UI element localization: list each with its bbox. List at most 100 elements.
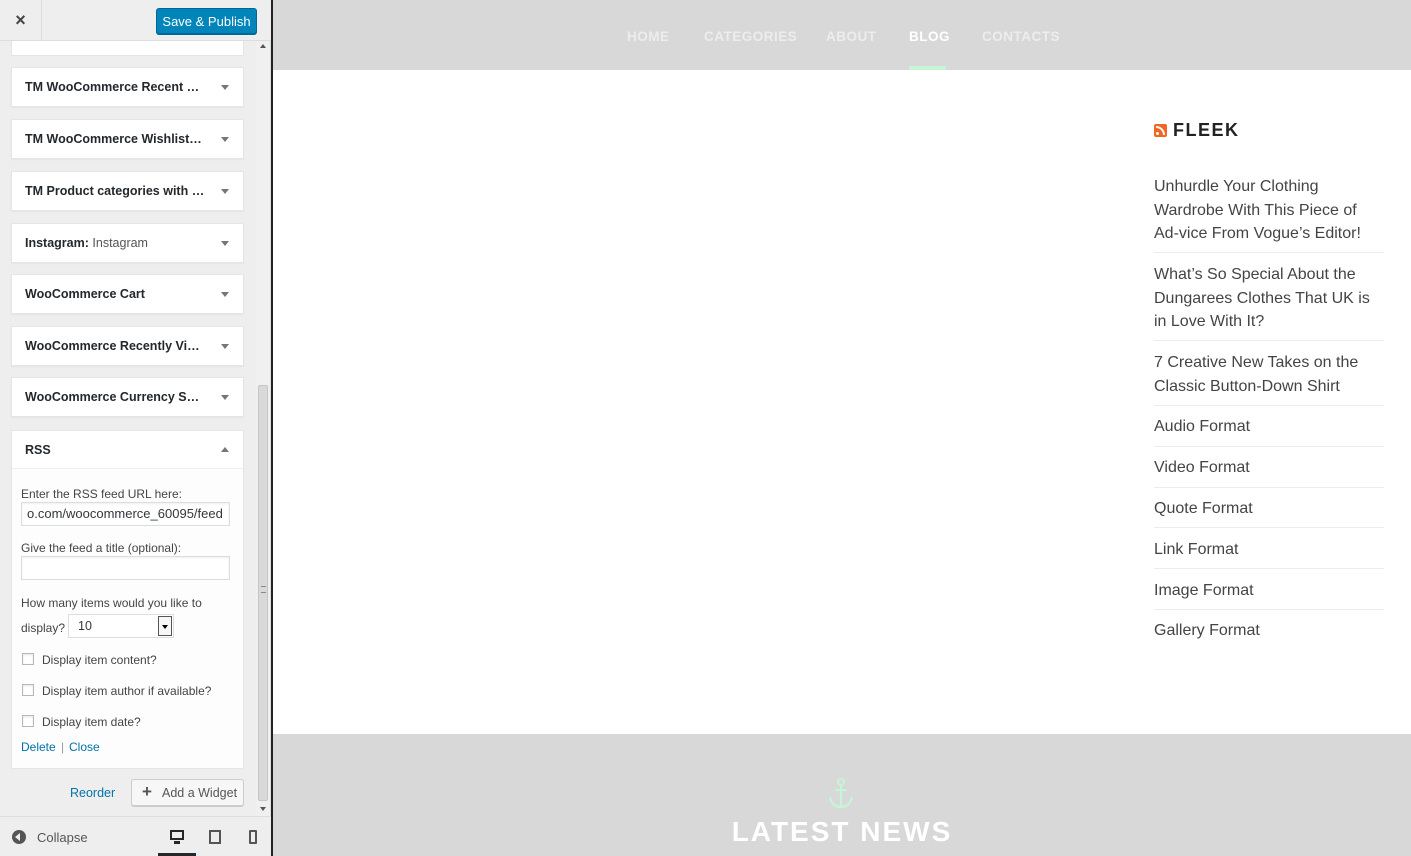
site-navigation: HOME CATEGORIES ABOUT BLOG CONTACTS [273,0,1411,70]
expand-arrow-icon[interactable] [221,292,229,297]
divider [1154,252,1384,253]
rss-item[interactable]: Gallery Format [1154,619,1384,643]
divider [1154,527,1384,528]
customizer-header: × Save & Publish [0,0,271,41]
rss-item[interactable]: What’s So Special About the Dungarees Cl… [1154,263,1384,334]
widget-title: TM WooCommerce Wishlist: … [25,132,205,146]
mobile-icon [249,830,257,844]
collapse-arrow-icon[interactable] [221,447,229,452]
widget-woocommerce-cart[interactable]: WooCommerce Cart [11,274,244,314]
widgets-panel: TM WooCommerce Recent C… TM WooCommerce … [0,41,271,816]
anchor-icon [828,778,854,809]
feed-url-label: Enter the RSS feed URL here: [21,487,182,501]
nav-categories[interactable]: CATEGORIES [704,29,797,44]
widget-partial-top [11,41,244,56]
widget-title: TM WooCommerce Recent C… [25,80,205,94]
rss-item[interactable]: Video Format [1154,456,1384,480]
display-content-label[interactable]: Display item content? [42,653,157,667]
plus-icon: + [142,782,152,801]
nav-active-indicator [909,66,946,70]
widget-title: Instagram: Instagram [25,236,205,250]
rss-item[interactable]: Quote Format [1154,497,1384,521]
rss-widget-title[interactable]: FLEEK [1173,120,1240,141]
display-content-checkbox[interactable] [22,653,34,665]
grip-icon [261,586,266,593]
widget-tm-product-categories[interactable]: TM Product categories with t… [11,171,244,211]
rss-icon[interactable] [1154,124,1167,137]
scroll-up-icon[interactable] [260,44,266,48]
widget-title-main: Instagram: [25,236,89,250]
items-count-label-2: display? [21,621,66,635]
expand-arrow-icon[interactable] [221,137,229,142]
chevron-down-icon[interactable] [158,616,172,636]
rss-item[interactable]: Unhurdle Your Clothing Wardrobe With Thi… [1154,175,1384,246]
scrollbar-thumb[interactable] [258,385,268,801]
close-widget-link[interactable]: Close [69,740,100,754]
widget-rss-form: Enter the RSS feed URL here: o.com/wooco… [12,470,243,768]
items-count-value: 10 [78,619,92,633]
expand-arrow-icon[interactable] [221,85,229,90]
reorder-link[interactable]: Reorder [70,786,115,800]
widget-woocommerce-recently-viewed[interactable]: WooCommerce Recently Vie… [11,326,244,366]
divider [1154,405,1384,406]
items-count-select[interactable]: 10 [68,614,174,638]
add-widget-button[interactable]: + Add a Widget [131,779,244,806]
customizer-footer: Collapse [0,816,271,856]
rss-item[interactable]: 7 Creative New Takes on the Classic Butt… [1154,351,1384,398]
expand-arrow-icon[interactable] [221,241,229,246]
desktop-icon [170,830,184,844]
widget-title: WooCommerce Cart [25,287,145,301]
rss-item[interactable]: Link Format [1154,538,1384,562]
scroll-down-icon[interactable] [260,807,266,811]
feed-url-input[interactable]: o.com/woocommerce_60095/feed [21,502,230,526]
widget-title: WooCommerce Recently Vie… [25,339,205,353]
preview-tablet-button[interactable] [196,817,234,856]
widget-title: RSS [25,443,51,457]
collapse-icon[interactable] [12,830,26,844]
nav-about[interactable]: ABOUT [826,29,877,44]
widget-title: WooCommerce Currency Swi… [25,390,205,404]
save-publish-button[interactable]: Save & Publish [156,8,257,34]
nav-contacts[interactable]: CONTACTS [982,29,1060,44]
divider [1154,340,1384,341]
widget-tm-recent[interactable]: TM WooCommerce Recent C… [11,67,244,107]
sidebar-scrollbar[interactable] [256,41,270,816]
latest-news-title: LATEST NEWS [731,816,953,847]
divider [1154,609,1384,610]
expand-arrow-icon[interactable] [221,344,229,349]
expand-arrow-icon[interactable] [221,395,229,400]
widget-title-sub: Instagram [92,236,148,250]
feed-title-input[interactable] [21,556,230,580]
display-date-label[interactable]: Display item date? [42,715,141,729]
rss-item[interactable]: Image Format [1154,579,1384,603]
delete-widget-link[interactable]: Delete [21,740,56,754]
link-separator: | [61,740,65,754]
site-preview: HOME CATEGORIES ABOUT BLOG CONTACTS FLEE… [273,0,1411,856]
feed-title-label: Give the feed a title (optional): [21,541,182,555]
latest-news-section: LATEST NEWS [273,734,1411,856]
divider [1154,446,1384,447]
rss-item[interactable]: Audio Format [1154,415,1384,439]
widget-title: TM Product categories with t… [25,184,205,198]
expand-arrow-icon[interactable] [221,189,229,194]
display-date-checkbox[interactable] [22,715,34,727]
items-count-label: How many items would you like to [21,596,202,610]
close-customizer-button[interactable]: × [0,0,42,41]
divider [1154,568,1384,569]
widget-tm-wishlist[interactable]: TM WooCommerce Wishlist: … [11,119,244,159]
divider [1154,487,1384,488]
collapse-button[interactable]: Collapse [37,830,88,845]
tablet-icon [209,830,221,844]
widget-instagram[interactable]: Instagram: Instagram [11,223,244,263]
widget-rss-header[interactable]: RSS [12,431,243,469]
display-author-label[interactable]: Display item author if available? [42,684,211,698]
widget-woocommerce-currency[interactable]: WooCommerce Currency Swi… [11,377,244,417]
feed-url-value: o.com/woocommerce_60095/feed [27,506,223,521]
widget-rss: RSS Enter the RSS feed URL here: o.com/w… [11,430,244,769]
customizer-sidebar: × Save & Publish TM WooCommerce Recent C… [0,0,271,856]
nav-home[interactable]: HOME [627,29,670,44]
preview-mobile-button[interactable] [234,817,272,856]
display-author-checkbox[interactable] [22,684,34,696]
nav-blog[interactable]: BLOG [909,29,950,44]
preview-desktop-button[interactable] [158,817,196,856]
